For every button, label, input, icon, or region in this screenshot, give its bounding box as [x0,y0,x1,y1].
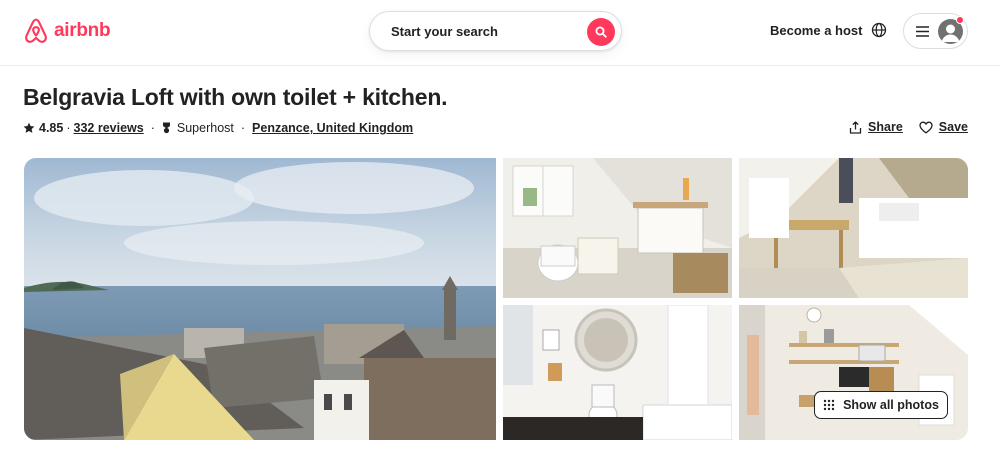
gallery-photo-3[interactable] [739,158,968,298]
share-button[interactable]: Share [849,120,903,134]
listing-meta: 4.85 · 332 reviews · Superhost · Penzanc… [23,120,413,136]
superhost-label: Superhost [176,121,234,135]
gallery-photo-2[interactable] [503,158,732,298]
location-link[interactable]: Penzance, United Kingdom [252,121,413,135]
search-icon [595,26,607,38]
share-icon [849,120,862,134]
reviews-link[interactable]: 332 reviews [74,121,144,135]
search-button[interactable] [587,18,615,46]
search-placeholder: Start your search [391,23,498,39]
become-host-link[interactable]: Become a host [770,23,862,38]
show-all-photos-button[interactable]: Show all photos [814,391,948,419]
listing-title: Belgravia Loft with own toilet + kitchen… [23,84,448,110]
top-header: airbnb Start your search Become a host [0,0,1000,66]
save-button[interactable]: Save [919,120,968,134]
grid-icon [823,399,835,411]
gallery-photo-5[interactable] [739,305,968,440]
meta-separator: · [66,121,71,135]
airbnb-logo[interactable]: airbnb [23,17,111,45]
gallery-photo-4[interactable] [503,305,732,440]
brand-name: airbnb [54,20,111,41]
heart-icon [919,121,933,134]
user-menu-button[interactable] [903,13,968,49]
meta-separator: · [240,121,246,135]
airbnb-logo-icon [25,18,47,43]
star-icon [23,122,35,133]
listing-actions: Share Save [849,120,968,134]
show-all-label: Show all photos [843,398,939,412]
gallery-photo-main[interactable] [24,158,496,440]
share-label: Share [868,120,903,134]
rating-value: 4.85 [39,121,64,135]
meta-separator: · [150,121,155,135]
globe-icon[interactable] [871,22,887,38]
save-label: Save [938,120,968,134]
superhost-icon [162,122,170,134]
menu-icon [916,26,929,37]
search-bar[interactable]: Start your search [369,11,622,51]
notification-dot [956,16,964,24]
